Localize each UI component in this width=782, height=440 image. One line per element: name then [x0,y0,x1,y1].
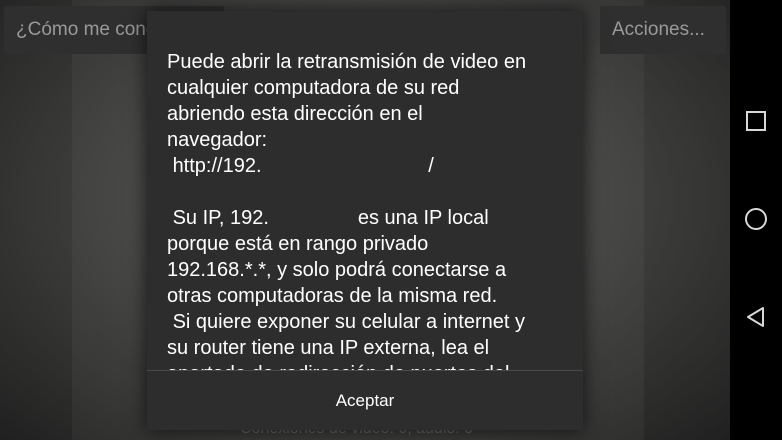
dialog-footer: Aceptar [147,371,583,430]
dialog-message: Puede abrir la retransmisión de video en… [167,51,527,370]
accept-button[interactable]: Aceptar [316,383,415,419]
home-icon [745,208,767,230]
recents-button[interactable] [730,95,782,147]
home-button[interactable] [730,193,782,245]
navigation-bar [730,0,782,440]
actions-button[interactable]: Acciones... [600,6,726,54]
back-button[interactable] [730,291,782,343]
info-dialog: Puede abrir la retransmisión de video en… [147,11,583,430]
dialog-scroll-area[interactable]: Puede abrir la retransmisión de video en… [147,11,583,370]
recents-icon [746,111,766,131]
back-icon [747,307,764,327]
